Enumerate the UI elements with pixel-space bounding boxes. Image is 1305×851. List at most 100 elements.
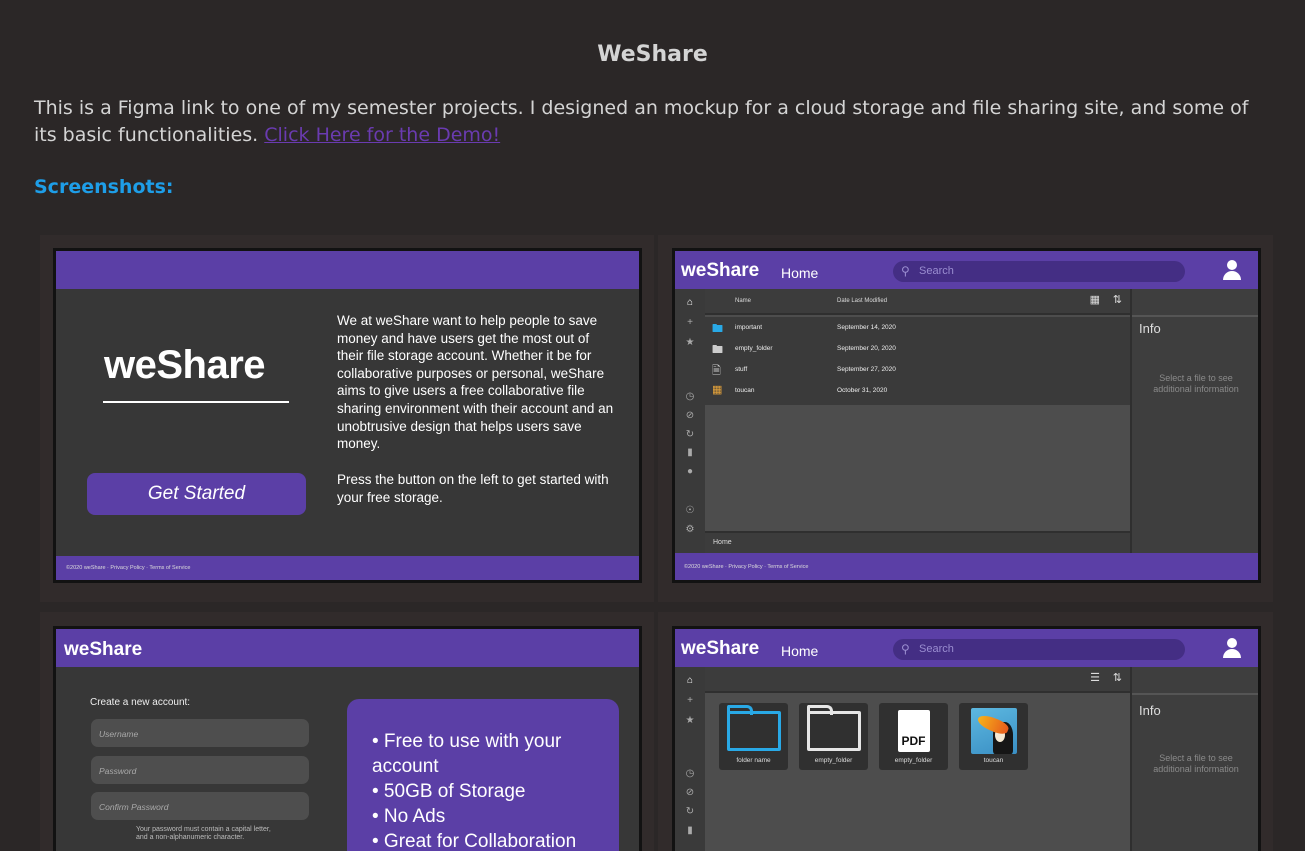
info-message: Select a file to see additional informat… [1153,373,1239,394]
app-footer: ©2020 weShare · Privacy Policy · Terms o… [675,553,1258,580]
landing-header-bar [56,251,639,289]
logo-underline [103,401,289,403]
feature-item: • No Ads [372,806,446,827]
side-rail: ⌂ + ★ ◷ ⊘ ↻ ▮ [675,667,705,851]
folder-icon [799,705,868,753]
home-icon[interactable]: ⌂ [675,297,705,308]
app-logo: weShare [681,260,760,281]
app-header: weShare Home ⚲ Search [675,251,1258,289]
folder-icon [719,705,788,753]
star-icon[interactable]: ★ [675,715,705,726]
file-toolbar: Name Date Last Modified ▦ ⇅ [705,289,1130,315]
file-row[interactable]: 🖿 empty_folder September 20, 2020 [705,338,1130,359]
search-input[interactable]: ⚲ Search [893,639,1185,660]
screenshot-list-view[interactable]: weShare Home ⚲ Search ⌂ + ★ ◷ ⊘ ↻ ▮ ● ☉ … [672,248,1261,583]
help-icon[interactable]: ☉ [675,505,705,516]
info-title: Info [1139,321,1161,336]
password-requirements: Your password must contain a capital let… [136,826,271,841]
file-row[interactable]: 🗎 stuff September 27, 2020 [705,359,1130,380]
list-view-icon[interactable]: ☰ [1090,671,1100,684]
screenshots-heading: Screenshots: [34,176,174,198]
path-bar: Home [705,531,1130,553]
user-icon[interactable] [1222,638,1242,658]
sync-icon[interactable]: ↻ [675,806,705,817]
notification-icon[interactable]: ● [675,466,705,477]
file-name: toucan [735,387,755,394]
grid-view-icon[interactable]: ▦ [1090,293,1100,306]
sort-icon[interactable]: ⇅ [1113,671,1122,684]
info-divider [1132,693,1258,695]
file-tile[interactable]: folder name [719,703,788,770]
add-icon[interactable]: + [675,695,705,706]
create-account-title: Create a new account: [90,697,191,708]
tile-label: folder name [736,757,771,764]
add-icon[interactable]: + [675,317,705,328]
file-name: stuff [735,366,748,373]
file-tile[interactable]: PDF empty_folder [879,703,948,770]
sync-icon[interactable]: ↻ [675,429,705,440]
folder-icon: 🖿 [712,323,723,335]
file-date: September 14, 2020 [837,324,896,331]
screenshot-signup[interactable]: weShare Create a new account: Username P… [53,626,642,851]
pdf-icon: 🗎 [712,365,721,377]
tile-label: empty_folder [894,757,933,764]
screenshot-landing[interactable]: weShare We at weShare want to help peopl… [53,248,642,583]
pdf-icon: PDF [879,709,948,753]
app-logo: weShare [681,638,760,659]
app-header: weShare Home ⚲ Search [675,629,1258,667]
offline-icon[interactable]: ⊘ [675,410,705,421]
search-icon: ⚲ [901,642,910,656]
signup-header: weShare [56,629,639,667]
side-rail: ⌂ + ★ ◷ ⊘ ↻ ▮ ● ☉ ⚙ [675,289,705,580]
file-area: ☰ ⇅ folder name empty_folder PDF empty_f… [705,667,1130,851]
folder-icon: 🖿 [712,344,723,356]
image-icon [959,708,1028,754]
file-date: October 31, 2020 [837,387,888,394]
file-tile[interactable]: empty_folder [799,703,868,770]
intro-paragraph: This is a Figma link to one of my semest… [34,95,1274,149]
file-date: September 20, 2020 [837,345,896,352]
tile-label: toucan [983,757,1004,764]
demo-link[interactable]: Click Here for the Demo! [264,124,500,146]
file-name: empty_folder [735,345,773,352]
nav-home[interactable]: Home [781,643,818,659]
offline-icon[interactable]: ⊘ [675,787,705,798]
column-name[interactable]: Name [735,298,751,304]
signup-logo: weShare [64,639,143,660]
nav-home[interactable]: Home [781,265,818,281]
trash-icon[interactable]: ▮ [675,447,705,458]
screenshot-grid-view[interactable]: weShare Home ⚲ Search ⌂ + ★ ◷ ⊘ ↻ ▮ ☰ ⇅ … [672,626,1261,851]
file-row[interactable]: ▦ toucan October 31, 2020 [705,380,1130,401]
info-divider [1132,315,1258,317]
info-pane: Info Select a file to see additional inf… [1130,667,1258,851]
features-card: • Free to use with your account • 50GB o… [347,699,619,851]
get-started-button[interactable]: Get Started [87,473,306,515]
feature-item: • Great for Collaboration [372,831,577,851]
search-placeholder: Search [919,265,954,277]
username-field[interactable]: Username [91,719,309,747]
recent-icon[interactable]: ◷ [675,391,705,402]
recent-icon[interactable]: ◷ [675,768,705,779]
file-name: important [735,324,763,331]
sort-icon[interactable]: ⇅ [1113,293,1122,306]
file-row[interactable]: 🖿 important September 14, 2020 [705,317,1130,338]
search-placeholder: Search [919,643,954,655]
landing-description: We at weShare want to help people to sav… [337,313,614,452]
gear-icon[interactable]: ⚙ [675,524,705,535]
file-tile[interactable]: toucan [959,703,1028,770]
image-icon: ▦ [712,384,723,396]
password-field[interactable]: Password [91,756,309,784]
user-icon[interactable] [1222,260,1242,280]
search-input[interactable]: ⚲ Search [893,261,1185,282]
file-toolbar: ☰ ⇅ [705,667,1130,693]
intro-text: This is a Figma link to one of my semest… [34,97,1249,146]
column-date[interactable]: Date Last Modified [837,298,887,304]
trash-icon[interactable]: ▮ [675,825,705,836]
confirm-password-field[interactable]: Confirm Password [91,792,309,820]
star-icon[interactable]: ★ [675,337,705,348]
home-icon[interactable]: ⌂ [675,675,705,686]
landing-footer: ©2020 weShare · Privacy Policy · Terms o… [56,556,639,580]
file-area: Name Date Last Modified ▦ ⇅ 🖿 important … [705,289,1130,580]
landing-logo: weShare [104,343,266,387]
file-date: September 27, 2020 [837,366,896,373]
